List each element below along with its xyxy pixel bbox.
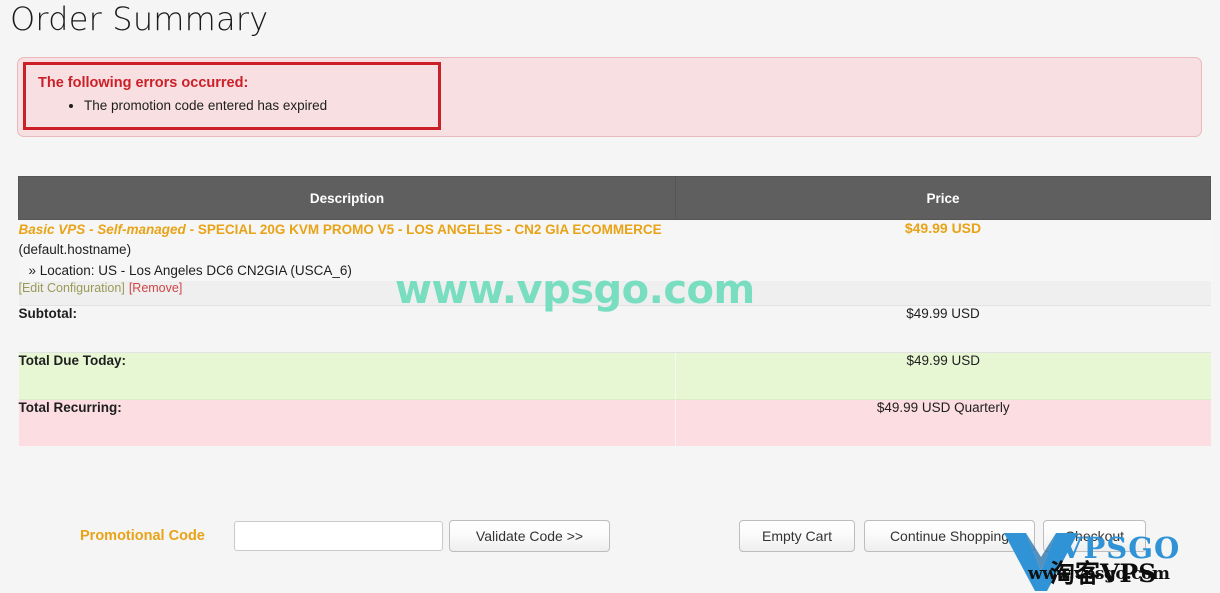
order-table-body: Basic VPS - Self-managed - SPECIAL 20G K… — [18, 219, 1211, 446]
remove-item-link[interactable]: [Remove] — [129, 281, 183, 295]
logo-url-text: www.vpsgo.com — [1028, 564, 1170, 584]
edit-configuration-link[interactable]: [Edit Configuration] — [19, 281, 125, 295]
total-recurring-label: Total Recurring: — [18, 399, 676, 446]
table-row-total-due-today: Total Due Today: $49.99 USD — [18, 352, 1211, 400]
table-row-total-recurring: Total Recurring: $49.99 USD Quarterly — [18, 399, 1211, 446]
promotional-code-input[interactable] — [234, 521, 443, 551]
total-due-today-label: Total Due Today: — [18, 352, 676, 400]
product-description-cell: Basic VPS - Self-managed - SPECIAL 20G K… — [18, 219, 676, 281]
order-summary-table: Description Price Basic VPS - Self-manag… — [18, 176, 1211, 446]
error-panel: The following errors occurred: The promo… — [17, 57, 1202, 137]
product-name-primary: Basic VPS - Self-managed — [18, 222, 186, 237]
logo-chinese-text: 淘客VPS — [1050, 559, 1157, 588]
order-table-head: Description Price — [18, 176, 1211, 220]
error-panel-inner-border: The following errors occurred: The promo… — [23, 62, 441, 130]
error-message-list: The promotion code entered has expired — [60, 97, 327, 115]
table-row-actions: [Edit Configuration] [Remove] — [18, 281, 1211, 306]
product-location: » Location: US - Los Angeles DC6 CN2GIA … — [28, 263, 352, 278]
error-message-item: The promotion code entered has expired — [84, 97, 327, 115]
error-heading: The following errors occurred: — [38, 75, 249, 91]
product-actions-cell: [Edit Configuration] [Remove] — [18, 281, 676, 306]
product-actions-price-cell — [675, 281, 1211, 306]
column-header-description: Description — [18, 176, 676, 220]
order-table-header-row: Description Price — [18, 176, 1211, 220]
page-title: Order Summary — [10, 0, 269, 38]
product-price-cell: $49.99 USD — [675, 219, 1211, 281]
checkout-button[interactable]: Checkout — [1043, 520, 1146, 552]
continue-shopping-button[interactable]: Continue Shopping — [864, 520, 1035, 552]
validate-code-button[interactable]: Validate Code >> — [449, 520, 610, 552]
product-name-separator: - — [185, 222, 198, 237]
table-row-subtotal: Subtotal: $49.99 USD — [18, 305, 1211, 353]
product-hostname: (default.hostname) — [18, 242, 132, 257]
total-due-today-value: $49.99 USD — [675, 352, 1211, 400]
empty-cart-button[interactable]: Empty Cart — [739, 520, 855, 552]
total-recurring-value: $49.99 USD Quarterly — [675, 399, 1211, 446]
promotional-code-label: Promotional Code — [80, 528, 205, 544]
subtotal-value: $49.99 USD — [675, 305, 1211, 353]
subtotal-label: Subtotal: — [18, 305, 676, 353]
product-name-secondary: SPECIAL 20G KVM PROMO V5 - LOS ANGELES -… — [197, 222, 662, 237]
column-header-price: Price — [675, 176, 1211, 220]
table-row-product: Basic VPS - Self-managed - SPECIAL 20G K… — [18, 219, 1211, 281]
